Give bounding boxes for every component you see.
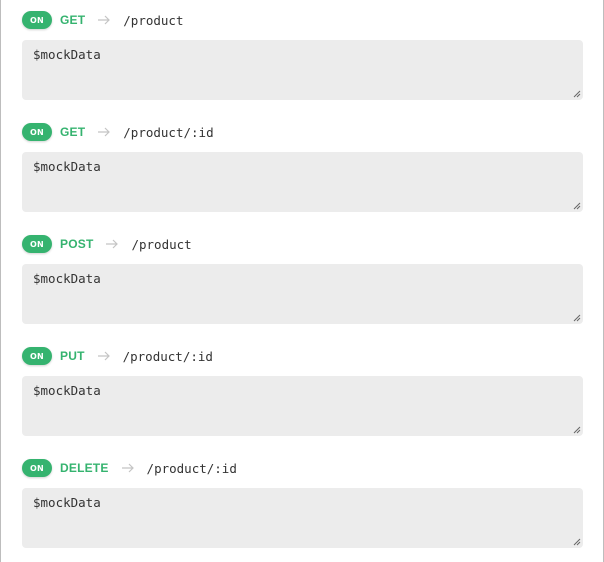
arrow-right-icon bbox=[98, 127, 111, 137]
response-body-textarea[interactable]: $mockData bbox=[22, 152, 583, 212]
response-body-textarea[interactable]: $mockData bbox=[22, 264, 583, 324]
endpoint-path: /product bbox=[123, 12, 184, 28]
http-method: POST bbox=[60, 237, 94, 251]
resize-grip-icon[interactable] bbox=[572, 537, 581, 546]
endpoint-header: ON GET /product bbox=[22, 10, 583, 30]
endpoint-path: /product/:id bbox=[123, 124, 214, 140]
endpoint-path: /product/:id bbox=[146, 460, 237, 476]
http-method: DELETE bbox=[60, 461, 109, 475]
response-body-text: $mockData bbox=[33, 495, 101, 510]
resize-grip-icon[interactable] bbox=[572, 201, 581, 210]
arrow-right-icon bbox=[98, 15, 111, 25]
response-body-text: $mockData bbox=[33, 159, 101, 174]
endpoint-item: ON DELETE /product/:id $mockData bbox=[22, 458, 583, 548]
http-method: PUT bbox=[60, 349, 85, 363]
endpoint-header: ON POST /product bbox=[22, 234, 583, 254]
arrow-right-icon bbox=[121, 463, 134, 473]
endpoint-path: /product bbox=[131, 236, 192, 252]
resize-grip-icon[interactable] bbox=[572, 89, 581, 98]
endpoint-path: /product/:id bbox=[122, 348, 213, 364]
endpoint-header: ON GET /product/:id bbox=[22, 122, 583, 142]
enabled-toggle[interactable]: ON bbox=[22, 347, 52, 365]
endpoint-header: ON DELETE /product/:id bbox=[22, 458, 583, 478]
response-body-text: $mockData bbox=[33, 383, 101, 398]
endpoint-header: ON PUT /product/:id bbox=[22, 346, 583, 366]
resize-grip-icon[interactable] bbox=[572, 313, 581, 322]
http-method: GET bbox=[60, 13, 86, 27]
arrow-right-icon bbox=[106, 239, 119, 249]
endpoint-item: ON GET /product $mockData bbox=[22, 10, 583, 100]
response-body-textarea[interactable]: $mockData bbox=[22, 488, 583, 548]
endpoint-item: ON GET /product/:id $mockData bbox=[22, 122, 583, 212]
http-method: GET bbox=[60, 125, 86, 139]
arrow-right-icon bbox=[97, 351, 110, 361]
endpoint-item: ON POST /product $mockData bbox=[22, 234, 583, 324]
enabled-toggle[interactable]: ON bbox=[22, 235, 52, 253]
response-body-text: $mockData bbox=[33, 271, 101, 286]
response-body-textarea[interactable]: $mockData bbox=[22, 40, 583, 100]
response-body-textarea[interactable]: $mockData bbox=[22, 376, 583, 436]
resize-grip-icon[interactable] bbox=[572, 425, 581, 434]
endpoint-item: ON PUT /product/:id $mockData bbox=[22, 346, 583, 436]
response-body-text: $mockData bbox=[33, 47, 101, 62]
endpoint-list-panel: ON GET /product $mockData ON GET /produc… bbox=[0, 0, 604, 562]
enabled-toggle[interactable]: ON bbox=[22, 11, 52, 29]
enabled-toggle[interactable]: ON bbox=[22, 123, 52, 141]
enabled-toggle[interactable]: ON bbox=[22, 459, 52, 477]
